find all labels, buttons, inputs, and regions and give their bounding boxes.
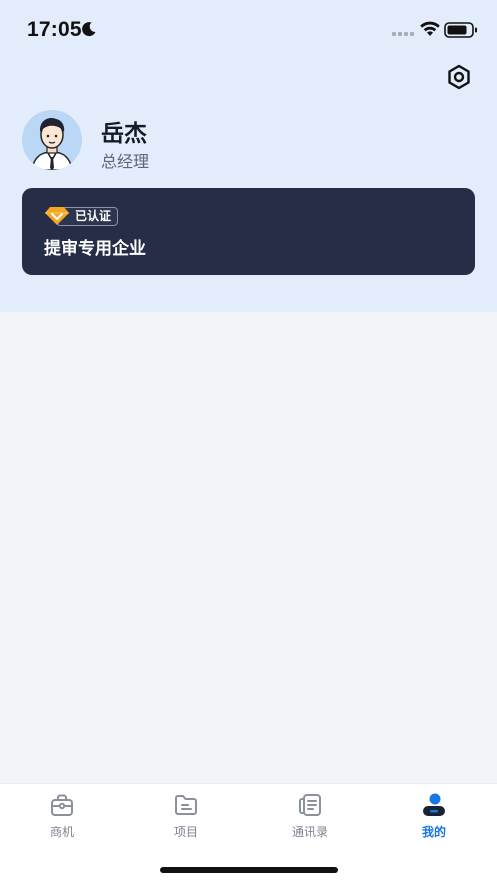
user-icon [423, 793, 445, 816]
avatar[interactable] [22, 110, 82, 170]
settings-button[interactable] [444, 62, 474, 92]
user-name: 岳杰 [101, 120, 147, 146]
tab-contacts-label: 通讯录 [291, 825, 328, 839]
tab-projects[interactable]: 项目 [124, 792, 248, 848]
contacts-icon [299, 794, 321, 816]
tab-contacts[interactable]: 通讯录 [248, 792, 372, 848]
tab-mine[interactable]: 我的 [372, 792, 496, 848]
tab-mine-label: 我的 [421, 825, 446, 839]
home-indicator [160, 867, 338, 873]
tab-projects-label: 项目 [173, 825, 198, 839]
verified-badge: 已认证 [44, 206, 119, 226]
tab-business-label: 商机 [49, 825, 74, 839]
tab-business[interactable]: 商机 [0, 792, 124, 848]
status-time: 17:05 [27, 18, 82, 41]
battery-icon [444, 22, 477, 38]
user-job-title: 总经理 [101, 154, 150, 171]
company-card[interactable]: 已认证 提审专用企业 [22, 188, 475, 275]
avatar-illustration [22, 110, 82, 170]
folder-icon [175, 795, 197, 815]
briefcase-icon [51, 794, 73, 816]
wifi-icon [420, 21, 440, 36]
signal-icon [392, 32, 414, 36]
company-name: 提审专用企业 [44, 239, 146, 258]
settings-icon [448, 64, 470, 90]
diamond-icon [45, 207, 69, 225]
status-bar: 17:05 [0, 0, 497, 60]
moon-icon [82, 22, 96, 37]
